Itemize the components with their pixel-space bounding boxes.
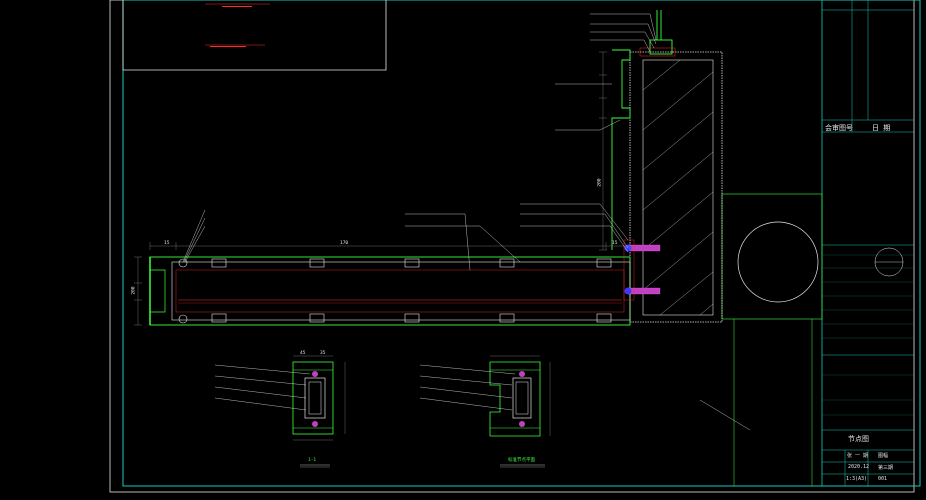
leader-lines	[182, 13, 751, 431]
title-block-format: 图幅	[878, 453, 889, 459]
index-circle-large	[737, 221, 819, 303]
callout-label	[210, 42, 246, 47]
title-block-drawing-name: 节点图	[848, 435, 869, 443]
section-1-1-detail	[292, 355, 346, 468]
section-title-standard-node: 标准节点平面	[508, 458, 535, 463]
dim-text: 15	[164, 241, 170, 246]
title-block-scale: 1:3(A3)	[846, 476, 868, 482]
sheet-frame-inner	[122, 0, 921, 487]
callout-label	[222, 2, 252, 7]
title-block-date-label: 日 期	[872, 124, 891, 132]
title-block-stage: 第三期	[878, 465, 894, 471]
title-block-review-no: 会审图号	[825, 124, 853, 132]
keyplan-box	[122, 0, 387, 71]
dim-text: 15	[612, 241, 618, 246]
dimension-lines	[134, 51, 631, 326]
title-block-phase: 张 一 期	[847, 453, 869, 459]
anchor-bolts	[623, 239, 661, 301]
section-title-1-1: 1-1	[308, 458, 317, 463]
cad-drawing-canvas	[109, 0, 921, 493]
title-block-sheet-no: 001	[878, 476, 888, 482]
dim-text: 35	[320, 351, 326, 356]
title-block-date: 2020.12	[848, 464, 870, 470]
dim-text: 200	[131, 286, 137, 295]
dim-text: 45	[300, 351, 306, 356]
vertical-mullion-profile	[611, 10, 676, 250]
dim-text: 170	[340, 241, 349, 246]
dim-text: 200	[597, 178, 603, 187]
concrete-column	[629, 51, 723, 323]
